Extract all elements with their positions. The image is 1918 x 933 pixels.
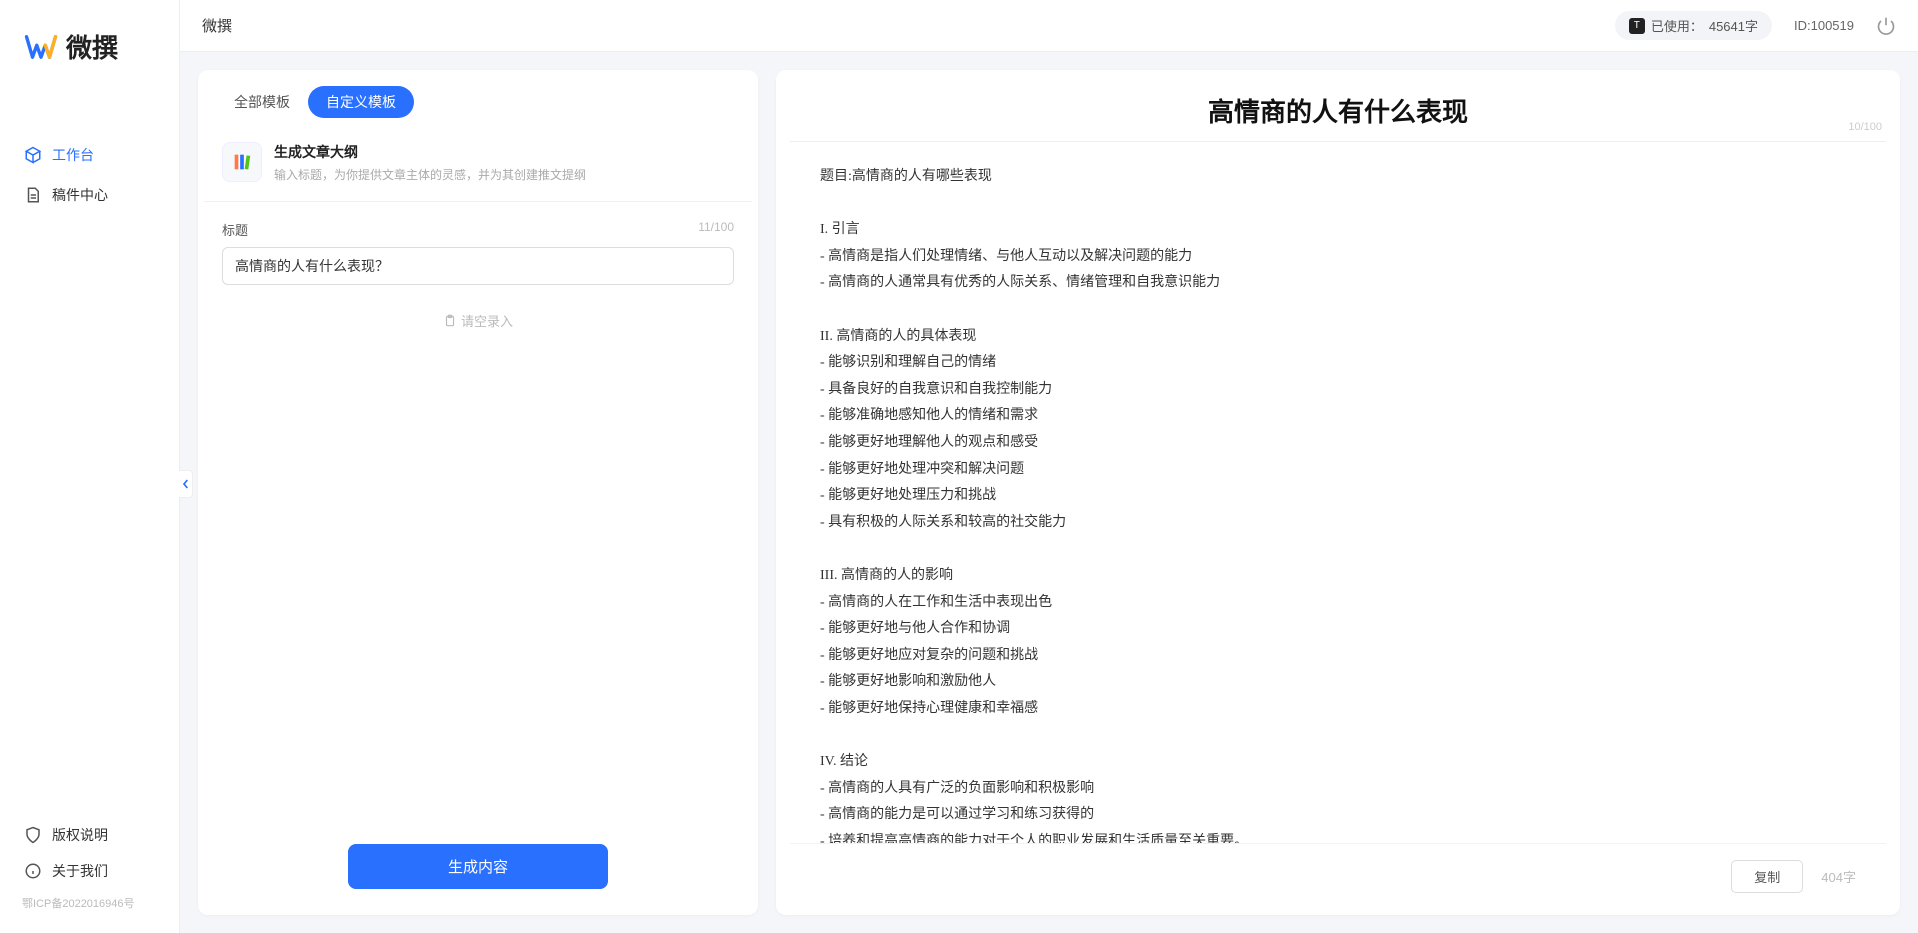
word-count: 404字 — [1821, 867, 1856, 886]
main: 微撰 T 已使用： 45641字 ID:100519 全部模板 自定义模板 — [180, 0, 1918, 933]
usage-pill[interactable]: T 已使用： 45641字 — [1615, 11, 1772, 40]
generate-button[interactable]: 生成内容 — [348, 844, 608, 889]
clipboard-icon — [443, 314, 457, 328]
icp-text: 鄂ICP备2022016946号 — [0, 889, 179, 919]
sidebar-footer: 版权说明 关于我们 鄂ICP备2022016946号 — [0, 817, 179, 933]
title-input[interactable] — [222, 247, 734, 285]
footer-label: 版权说明 — [52, 825, 108, 845]
power-icon[interactable] — [1876, 16, 1896, 36]
footer-copyright[interactable]: 版权说明 — [0, 817, 179, 853]
tab-all-templates[interactable]: 全部模板 — [216, 86, 308, 118]
sidebar: 微撰 工作台 稿件中心 版权说明 — [0, 0, 180, 933]
template-info: 生成文章大纲 输入标题，为你提供文章主体的灵感，并为其创建推文提纲 — [274, 142, 734, 183]
topbar-right: T 已使用： 45641字 ID:100519 — [1615, 11, 1896, 40]
nav-item-workspace[interactable]: 工作台 — [0, 135, 179, 175]
empty-hint: 请空录入 — [222, 311, 734, 330]
nav-item-drafts[interactable]: 稿件中心 — [0, 175, 179, 215]
shield-icon — [24, 826, 42, 844]
output-footer: 复制 404字 — [790, 843, 1886, 915]
sidebar-collapse-handle[interactable] — [179, 470, 193, 498]
nav-label: 工作台 — [52, 145, 94, 165]
footer-label: 关于我们 — [52, 861, 108, 881]
right-panel: 高情商的人有什么表现 10/100 题目:高情商的人有哪些表现 I. 引言 - … — [776, 70, 1900, 915]
output-body[interactable]: 题目:高情商的人有哪些表现 I. 引言 - 高情商是指人们处理情绪、与他人互动以… — [776, 142, 1900, 843]
template-card[interactable]: 生成文章大纲 输入标题，为你提供文章主体的灵感，并为其创建推文提纲 — [204, 130, 752, 202]
topbar: 微撰 T 已使用： 45641字 ID:100519 — [180, 0, 1918, 52]
copy-button[interactable]: 复制 — [1731, 860, 1803, 893]
document-icon — [24, 186, 42, 204]
field-label: 标题 — [222, 220, 248, 239]
template-desc: 输入标题，为你提供文章主体的灵感，并为其创建推文提纲 — [274, 166, 734, 183]
template-tabs: 全部模板 自定义模板 — [198, 70, 758, 130]
hint-text: 请空录入 — [461, 311, 513, 330]
user-id: ID:100519 — [1794, 18, 1854, 33]
brand-name: 微撰 — [66, 28, 118, 65]
cube-icon — [24, 146, 42, 164]
output-title: 高情商的人有什么表现 — [820, 92, 1856, 129]
usage-label: 已使用： — [1651, 16, 1703, 35]
title-counter: 10/100 — [1848, 121, 1882, 133]
text-badge-icon: T — [1629, 18, 1645, 34]
info-icon — [24, 862, 42, 880]
logo-icon — [24, 30, 58, 64]
left-panel: 全部模板 自定义模板 生成文章大纲 输入标题，为你提供文章主体的灵感，并为其创建… — [198, 70, 758, 915]
sidebar-nav: 工作台 稿件中心 — [0, 85, 179, 817]
books-icon — [222, 142, 262, 182]
content-area: 全部模板 自定义模板 生成文章大纲 输入标题，为你提供文章主体的灵感，并为其创建… — [180, 52, 1918, 933]
tab-custom-templates[interactable]: 自定义模板 — [308, 86, 414, 118]
nav-label: 稿件中心 — [52, 185, 108, 205]
form-section: 标题 11/100 请空录入 — [198, 202, 758, 830]
template-title: 生成文章大纲 — [274, 142, 734, 162]
output-header: 高情商的人有什么表现 10/100 — [790, 70, 1886, 142]
app-name: 微撰 — [202, 15, 232, 36]
usage-value: 45641字 — [1709, 16, 1758, 35]
field-counter: 11/100 — [698, 220, 734, 239]
footer-about[interactable]: 关于我们 — [0, 853, 179, 889]
field-label-row: 标题 11/100 — [222, 220, 734, 239]
brand-logo: 微撰 — [0, 0, 179, 85]
